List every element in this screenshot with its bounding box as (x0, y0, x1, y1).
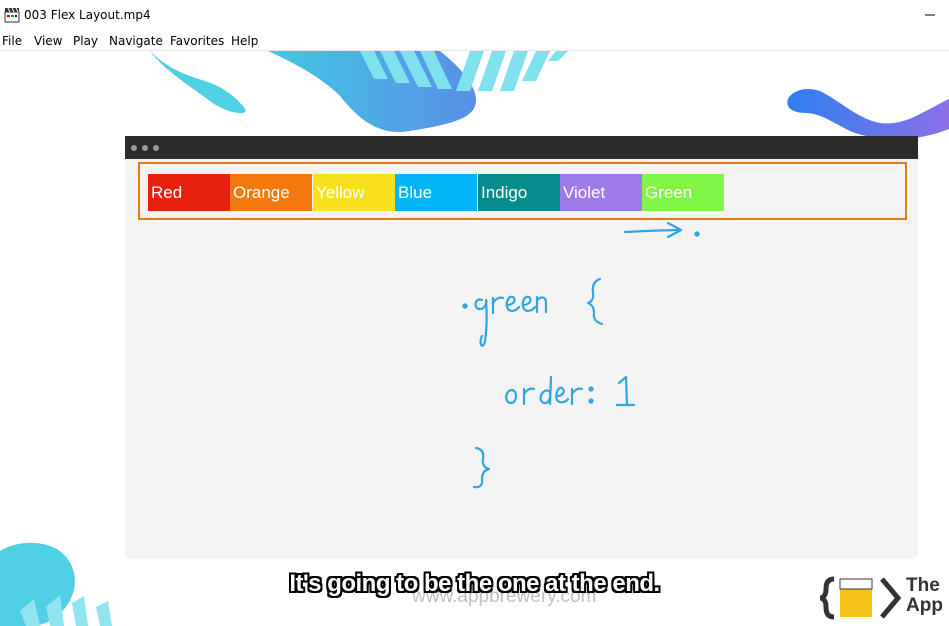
logo-text-the: The (906, 575, 940, 596)
minimize-icon[interactable] (920, 4, 940, 24)
menu-navigate[interactable]: Navigate (109, 34, 163, 48)
video-frame[interactable]: Red Orange Yellow Blue Indigo Violet Gre… (0, 51, 949, 626)
logo-text-app: App Brewery (906, 595, 949, 616)
menu-file[interactable]: File (2, 34, 22, 48)
menu-help[interactable]: Help (231, 34, 258, 48)
handwritten-annotation (462, 221, 700, 489)
subtitle-caption: It's going to be the one at the end. (289, 570, 660, 597)
window-title: 003 Flex Layout.mp4 (24, 8, 151, 22)
menu-view[interactable]: View (34, 34, 62, 48)
app-brewery-logo: The App Brewery (813, 571, 949, 626)
menu-play[interactable]: Play (73, 34, 98, 48)
arrow-right-icon (623, 228, 682, 234)
title-bar: 003 Flex Layout.mp4 (0, 0, 949, 31)
beer-mug-logo-icon (813, 576, 902, 620)
menu-favorites[interactable]: Favorites (170, 34, 224, 48)
clapperboard-icon (4, 7, 20, 23)
menu-bar: File View Play Navigate Favorites Help (0, 31, 949, 51)
